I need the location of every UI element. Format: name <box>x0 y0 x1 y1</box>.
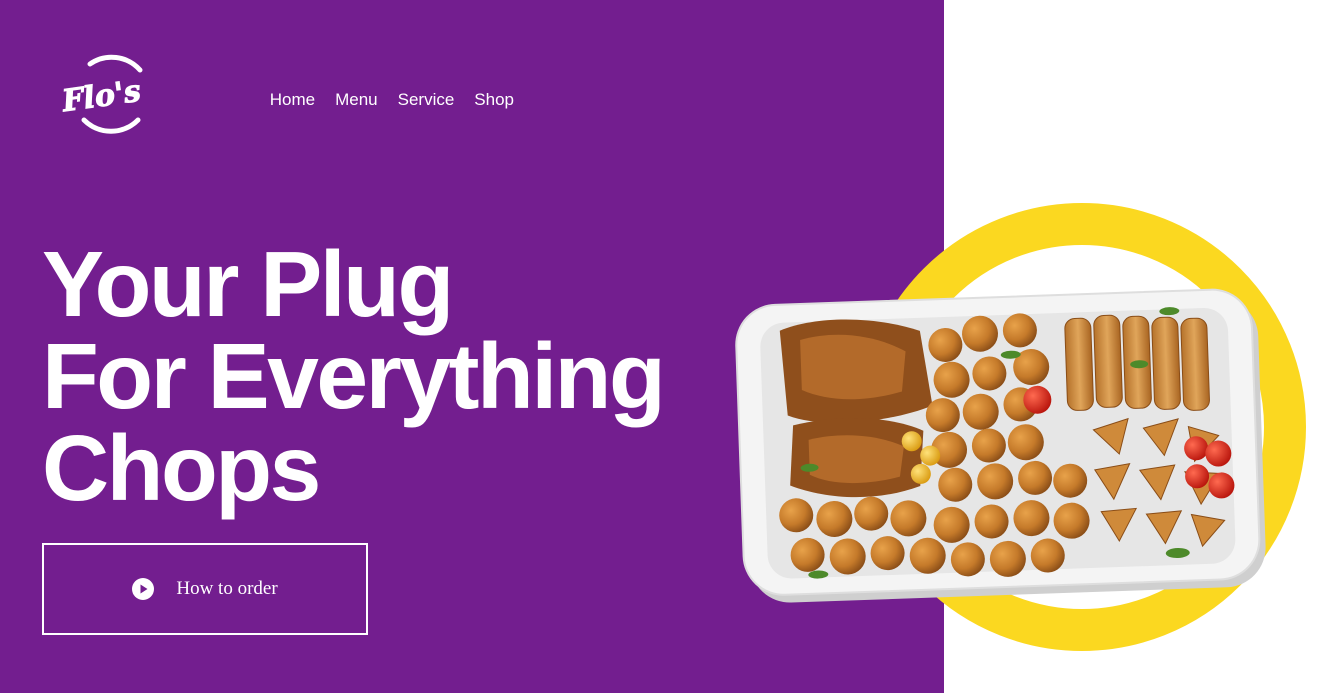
headline-line-3: Chops <box>42 416 321 520</box>
how-to-order-button[interactable]: How to order <box>42 543 368 635</box>
headline-line-2: For Everything <box>42 324 666 428</box>
brand-logo[interactable]: Flo's <box>52 50 156 136</box>
nav-shop[interactable]: Shop <box>474 90 514 110</box>
hero-headline: Your Plug For Everything Chops <box>42 232 666 520</box>
play-circle-icon <box>132 578 155 600</box>
main-nav: Home Menu Service Shop <box>270 90 514 110</box>
food-platter-image <box>735 288 1266 603</box>
headline-line-1: Your Plug <box>42 232 454 336</box>
logo-text: Flo's <box>59 74 143 120</box>
flos-logo-icon: Flo's <box>59 54 144 134</box>
nav-home[interactable]: Home <box>270 90 315 110</box>
nav-menu[interactable]: Menu <box>335 90 378 110</box>
nav-service[interactable]: Service <box>398 90 455 110</box>
cta-label: How to order <box>176 578 278 599</box>
